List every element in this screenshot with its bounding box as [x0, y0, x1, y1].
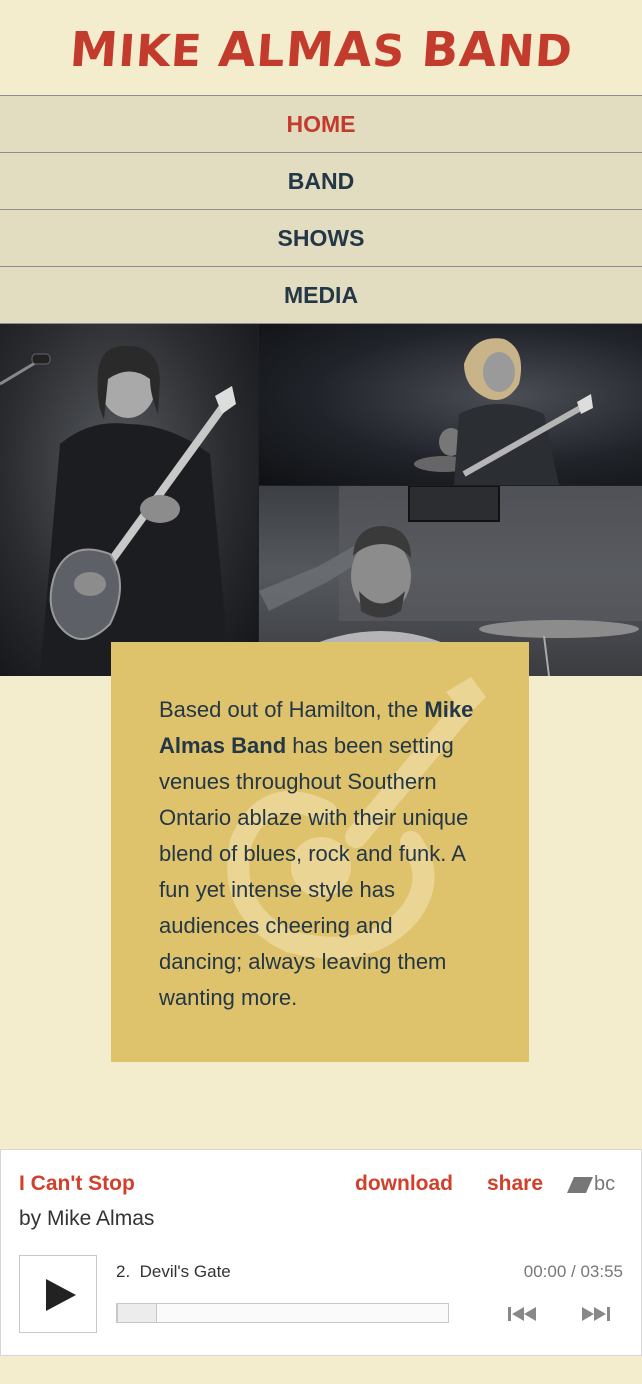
nav-item-shows[interactable]: SHOWS	[0, 209, 642, 266]
bandcamp-logo-icon[interactable]: bc	[567, 1173, 623, 1196]
band-logo[interactable]: MIKE ALMAS BAND	[68, 22, 575, 78]
progress-thumb[interactable]	[117, 1303, 157, 1323]
nav-item-media[interactable]: MEDIA	[0, 266, 642, 324]
about-text-body: has been setting venues throughout South…	[159, 733, 469, 1010]
logo-text: MIKE ALMAS BAND	[67, 21, 575, 78]
main-nav: HOME BAND SHOWS MEDIA	[0, 95, 642, 324]
current-track: 2. Devil's Gate	[116, 1262, 231, 1282]
album-title-link[interactable]: I Can't Stop	[19, 1172, 135, 1196]
track-number: 2.	[116, 1262, 131, 1281]
share-link[interactable]: share	[487, 1172, 543, 1196]
bandcamp-logo-text: bc	[594, 1173, 616, 1195]
site-header: MIKE ALMAS BAND	[0, 0, 642, 95]
about-text-intro: Based out of Hamilton, the	[159, 697, 419, 722]
previous-track-button[interactable]	[506, 1303, 538, 1325]
bandcamp-player: I Can't Stop by Mike Almas download shar…	[0, 1149, 642, 1356]
play-icon	[46, 1279, 76, 1311]
album-artist-link[interactable]: by Mike Almas	[19, 1207, 154, 1231]
about-paragraph: Based out of Hamilton, the Mike Almas Ba…	[159, 692, 481, 1016]
previous-icon	[508, 1307, 536, 1321]
next-icon	[582, 1307, 610, 1321]
nav-item-home[interactable]: HOME	[0, 95, 642, 152]
track-time: 00:00 / 03:55	[523, 1262, 623, 1281]
hero-photo-collage	[0, 324, 642, 676]
guitarist-photo	[0, 324, 258, 676]
about-card: Based out of Hamilton, the Mike Almas Ba…	[111, 642, 529, 1062]
next-track-button[interactable]	[580, 1303, 612, 1325]
nav-item-band[interactable]: BAND	[0, 152, 642, 209]
play-button[interactable]	[19, 1255, 97, 1333]
download-link[interactable]: download	[355, 1172, 453, 1196]
track-title[interactable]: Devil's Gate	[140, 1262, 231, 1281]
progress-bar[interactable]	[116, 1303, 449, 1323]
bassist-photo	[259, 324, 642, 485]
